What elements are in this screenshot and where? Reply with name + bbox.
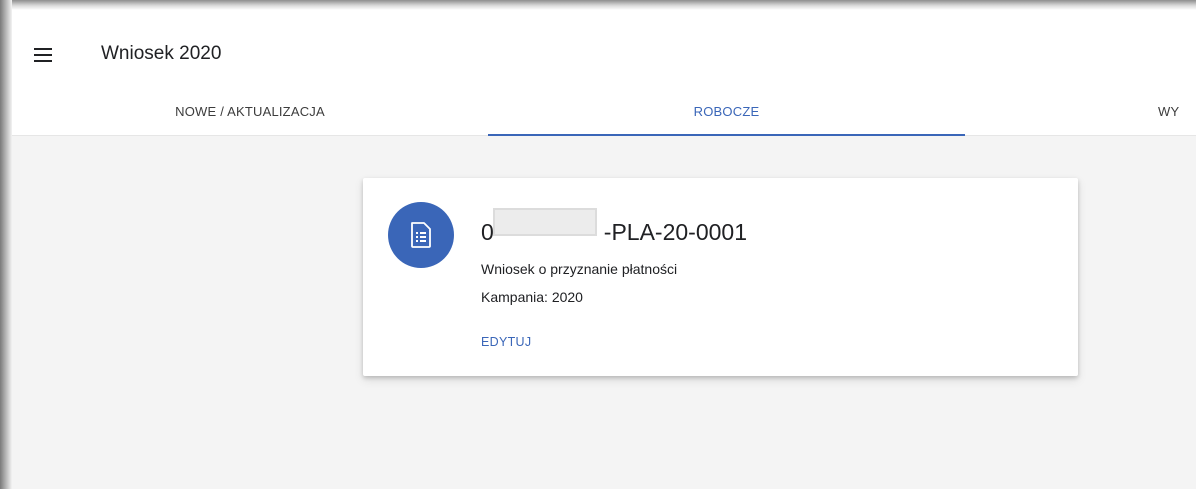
edit-button[interactable]: EDYTUJ [481, 334, 531, 350]
app-window: Wniosek 2020 NOWE / AKTUALIZACJA ROBOCZE… [12, 10, 1196, 489]
screenshot-frame-left [0, 0, 12, 489]
tab-robocze-label: ROBOCZE [693, 104, 760, 119]
screenshot-frame-top [0, 0, 1196, 10]
application-id-prefix: 0 [481, 219, 494, 245]
tab-bar: NOWE / AKTUALIZACJA ROBOCZE WY [12, 90, 1196, 136]
tab-third-truncated[interactable]: WY [1158, 90, 1196, 135]
hamburger-menu-icon[interactable] [30, 44, 56, 66]
application-description: Wniosek o przyznanie płatności [481, 261, 678, 277]
application-card: 0 -PLA-20-0001 Wniosek o przyznanie płatn… [363, 178, 1078, 376]
tab-robocze[interactable]: ROBOCZE [488, 90, 965, 136]
tab-nowe-aktualizacja[interactable]: NOWE / AKTUALIZACJA [12, 90, 488, 135]
redaction-box [493, 208, 597, 236]
main-content: 0 -PLA-20-0001 Wniosek o przyznanie płatn… [12, 136, 1196, 489]
application-id-suffix: -PLA-20-0001 [603, 219, 747, 245]
page-title: Wniosek 2020 [101, 43, 222, 64]
campaign-label: Kampania: 2020 [481, 289, 583, 305]
app-bar: Wniosek 2020 [12, 10, 1196, 90]
document-list-icon [388, 202, 454, 268]
